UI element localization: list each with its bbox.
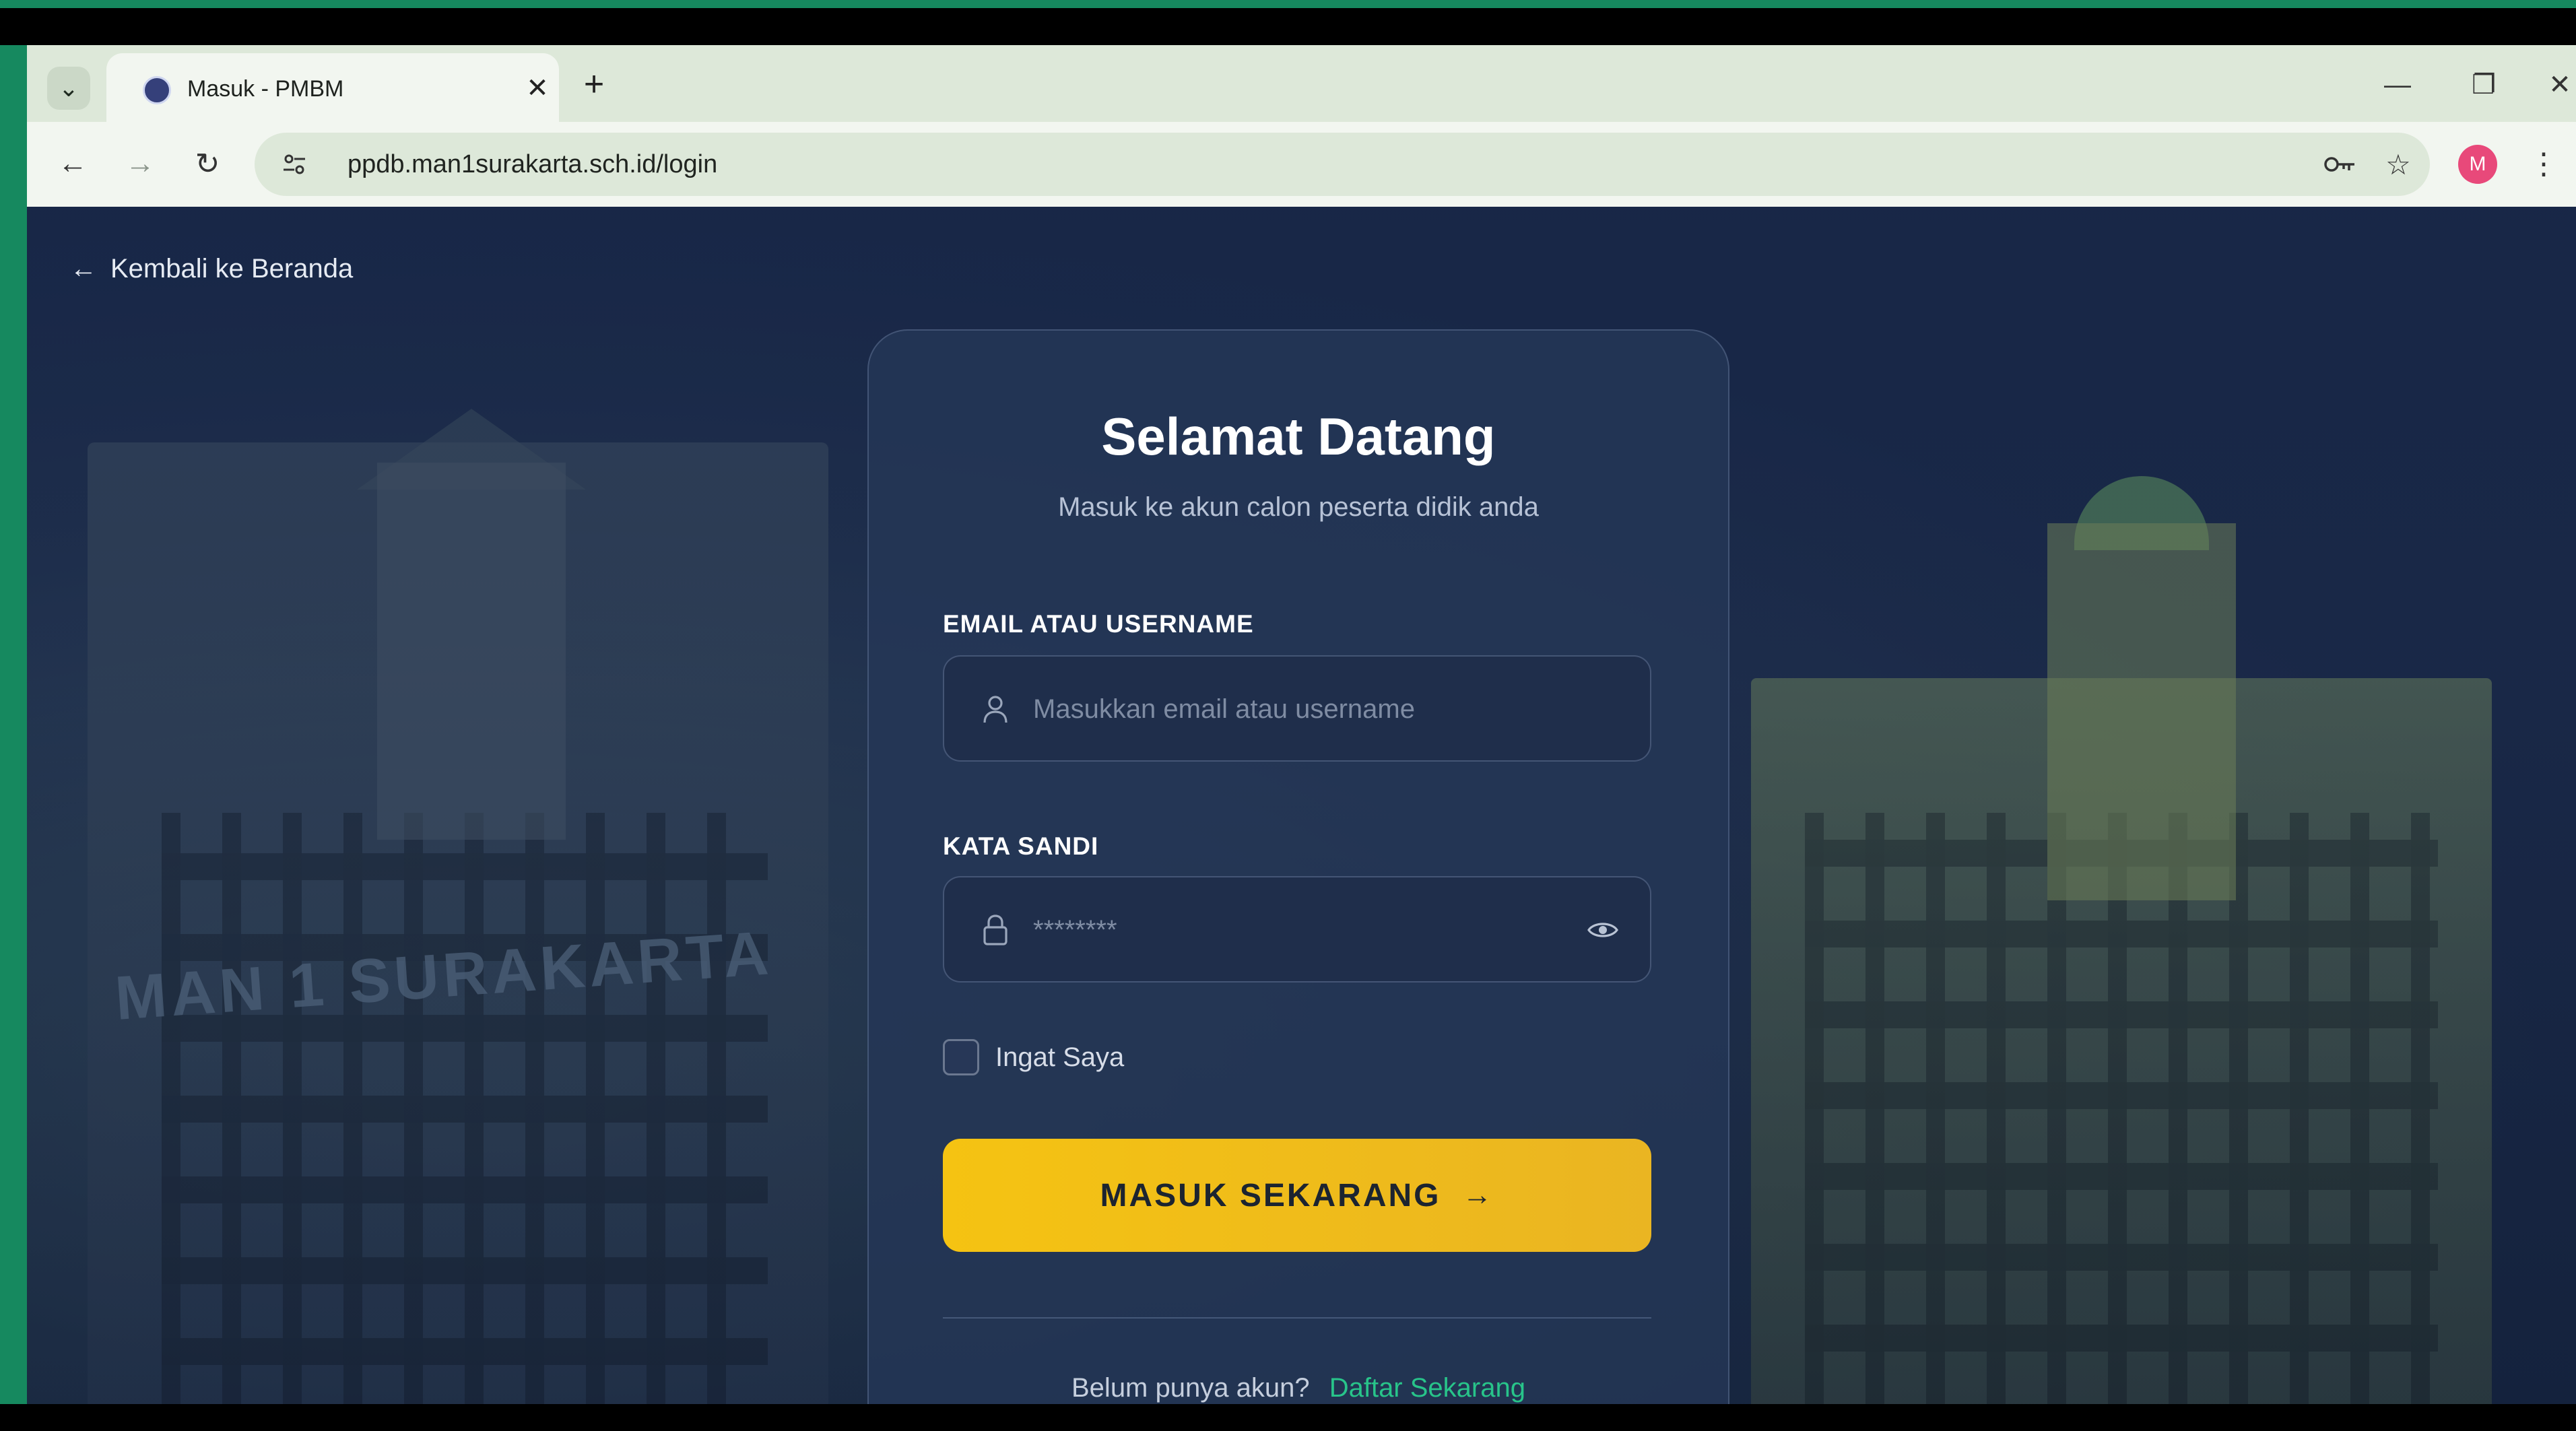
browser-toolbar: ← → ↻ ppdb.man1surakarta.sch.id/login ☆ … (27, 122, 2576, 207)
restore-button[interactable]: ❐ (2457, 61, 2511, 108)
window-close-button[interactable]: ✕ (2543, 61, 2576, 108)
forward-button[interactable]: → (119, 142, 162, 185)
reload-button[interactable]: ↻ (186, 142, 229, 185)
arrow-left-icon: ← (58, 147, 88, 180)
background-tower-left (377, 463, 566, 840)
signup-link[interactable]: Daftar Sekarang (1329, 1373, 1525, 1403)
chevron-down-icon: ⌄ (58, 74, 79, 102)
login-card: Selamat Datang Masuk ke akun calon peser… (867, 329, 1729, 1404)
card-title: Selamat Datang (1101, 407, 1496, 466)
back-to-home-link[interactable]: ← Kembali ke Beranda (70, 254, 353, 284)
tab-search-button[interactable]: ⌄ (47, 67, 90, 110)
back-button[interactable]: ← (51, 142, 94, 185)
key-icon[interactable] (2321, 145, 2360, 184)
divider (943, 1317, 1651, 1319)
remember-me-label: Ingat Saya (995, 1042, 1125, 1072)
eye-icon[interactable] (1583, 910, 1623, 950)
login-button-label: MASUK SEKARANG (1100, 1177, 1441, 1213)
email-field[interactable] (943, 655, 1651, 762)
tab-strip: ⌄ Masuk - PMBM ✕ + — ❐ ✕ (27, 45, 2576, 122)
background-windows-right (1805, 813, 2438, 1404)
kebab-menu-icon[interactable]: ⋮ (2527, 142, 2561, 185)
remember-me-row[interactable]: Ingat Saya (943, 1039, 1124, 1075)
password-label: KATA SANDI (943, 832, 1099, 860)
remember-me-checkbox[interactable] (943, 1039, 979, 1075)
arrow-right-icon: → (125, 147, 155, 180)
email-input[interactable] (1032, 657, 1560, 762)
password-input[interactable] (1032, 877, 1560, 983)
signup-row: Belum punya akun? Daftar Sekarang (869, 1373, 1728, 1403)
login-button[interactable]: MASUK SEKARANG → (943, 1139, 1651, 1252)
signup-prompt: Belum punya akun? (1071, 1373, 1310, 1403)
tune-icon[interactable] (275, 145, 314, 184)
screen-frame-bottom (0, 1404, 2576, 1431)
card-subtitle: Masuk ke akun calon peserta didik anda (1058, 492, 1539, 522)
browser-window: ⌄ Masuk - PMBM ✕ + — ❐ ✕ ← → ↻ ppdb.man1… (27, 45, 2576, 1404)
background-tower-right (2047, 523, 2236, 900)
close-icon[interactable]: ✕ (517, 68, 558, 108)
url-text[interactable]: ppdb.man1surakarta.sch.id/login (348, 150, 717, 179)
school-logo-icon (143, 76, 171, 104)
star-icon[interactable]: ☆ (2379, 145, 2418, 184)
minimize-button[interactable]: — (2371, 61, 2424, 108)
user-icon (975, 689, 1016, 729)
screen-frame-top (0, 8, 2576, 45)
arrow-right-icon: → (1462, 1178, 1494, 1211)
new-tab-button[interactable]: + (572, 63, 616, 106)
tab-title: Masuk - PMBM (187, 76, 344, 102)
arrow-left-icon: ← (70, 254, 97, 284)
reload-icon: ↻ (195, 147, 220, 180)
lock-icon (975, 910, 1016, 950)
background-windows-left (162, 813, 768, 1404)
profile-avatar[interactable]: M (2458, 145, 2497, 184)
email-label: EMAIL ATAU USERNAME (943, 610, 1254, 638)
back-link-label: Kembali ke Beranda (110, 254, 354, 284)
address-bar[interactable]: ppdb.man1surakarta.sch.id/login ☆ (255, 133, 2430, 196)
page-viewport: MAN 1 SURAKARTA ← Kembali ke Beranda Sel… (27, 207, 2576, 1404)
tab-active[interactable]: Masuk - PMBM ✕ (106, 53, 559, 122)
password-field[interactable] (943, 876, 1651, 983)
